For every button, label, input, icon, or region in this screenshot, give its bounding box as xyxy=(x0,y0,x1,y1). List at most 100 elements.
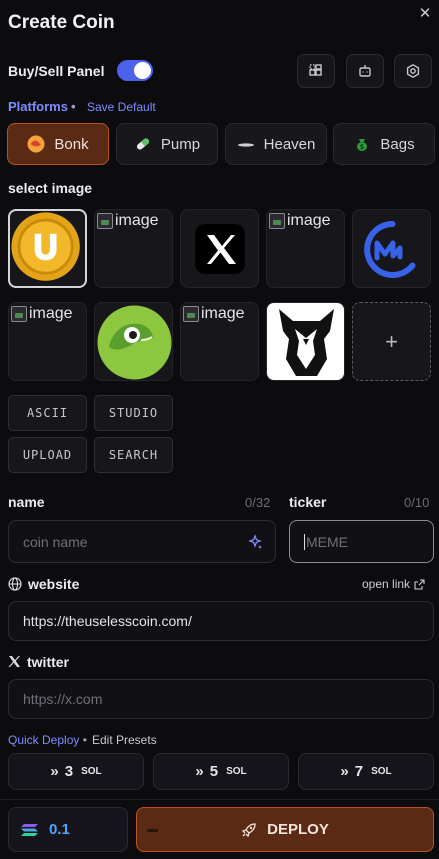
owl-logo xyxy=(267,303,344,380)
globe-icon xyxy=(8,577,22,591)
website-label: website xyxy=(28,576,80,592)
image-tile-broken[interactable]: image xyxy=(266,209,345,288)
platform-bags[interactable]: $ Bags xyxy=(333,123,435,165)
name-placeholder: coin name xyxy=(23,533,88,550)
ticker-input[interactable]: MEME xyxy=(289,520,434,563)
quick-deploy-3-sol[interactable]: » 3 SOL xyxy=(8,753,144,790)
platform-heaven-label: Heaven xyxy=(263,135,316,153)
footer-divider xyxy=(0,799,439,800)
broken-image-icon: image xyxy=(269,212,331,230)
ticker-placeholder: MEME xyxy=(306,533,348,550)
coingecko-logo xyxy=(97,305,172,380)
close-icon[interactable]: ✕ xyxy=(417,6,433,22)
preset-amount: 5 xyxy=(209,763,219,780)
broken-image-alt: image xyxy=(287,212,331,229)
studio-button[interactable]: STUDIO xyxy=(94,395,173,431)
platforms-title: Platforms xyxy=(8,99,68,114)
platforms-label: Platforms • xyxy=(8,99,79,114)
settings-icon xyxy=(406,63,420,79)
platform-bags-label: Bags xyxy=(380,135,415,153)
deploy-amount-input[interactable]: 0.1 xyxy=(8,807,128,852)
platform-bonk[interactable]: Bonk xyxy=(7,123,109,165)
external-link-icon xyxy=(414,578,425,590)
layout-grid-icon xyxy=(309,64,322,76)
deploy-button[interactable]: DEPLOY xyxy=(136,807,434,852)
double-chevron-icon: » xyxy=(50,763,59,780)
platform-bonk-label: Bonk xyxy=(54,135,89,153)
image-tile-useless-coin[interactable] xyxy=(8,209,87,288)
twitter-label: twitter xyxy=(27,654,69,670)
ascii-button[interactable]: ASCII xyxy=(8,395,87,431)
svg-text:$: $ xyxy=(360,143,364,151)
broken-image-alt: image xyxy=(115,212,159,229)
quick-deploy-5-sol[interactable]: » 5 SOL xyxy=(153,753,289,790)
add-image-button[interactable]: + xyxy=(352,302,431,381)
buy-sell-panel-toggle[interactable] xyxy=(117,60,153,81)
broken-image-alt: image xyxy=(201,305,245,322)
robot-icon xyxy=(359,65,371,77)
solana-icon xyxy=(21,823,38,836)
page-title: Create Coin xyxy=(8,12,115,33)
bag-icon: $ xyxy=(353,135,371,153)
select-image-label: select image xyxy=(8,180,93,196)
quick-deploy-7-sol[interactable]: » 7 SOL xyxy=(298,753,434,790)
save-default-link[interactable]: Save Default xyxy=(87,100,156,114)
separator: • xyxy=(70,99,76,114)
double-chevron-icon: » xyxy=(340,763,349,780)
image-tile-x[interactable] xyxy=(180,209,259,288)
bonk-icon xyxy=(27,135,45,153)
quick-deploy-title: Quick Deploy xyxy=(8,733,80,747)
coinmarketcap-logo xyxy=(364,221,416,278)
preset-amount: 7 xyxy=(354,763,364,780)
upload-button[interactable]: UPLOAD xyxy=(8,437,87,473)
name-label: name xyxy=(8,494,45,510)
edit-presets-link[interactable]: Edit Presets xyxy=(92,733,157,747)
preset-amount: 3 xyxy=(64,763,74,780)
quick-deploy-label: Quick Deploy • xyxy=(8,733,87,747)
twitter-input[interactable]: https://x.com xyxy=(8,679,434,719)
image-tile-owl[interactable] xyxy=(266,302,345,381)
twitter-placeholder: https://x.com xyxy=(23,691,103,707)
deploy-label: DEPLOY xyxy=(267,821,329,838)
broken-image-icon: image xyxy=(97,212,159,230)
toggle-knob xyxy=(134,62,151,79)
deploy-handle xyxy=(147,829,158,832)
rocket-icon xyxy=(241,822,256,837)
useless-coin-logo xyxy=(11,212,80,281)
website-value: https://theuselesscoin.com/ xyxy=(23,613,192,629)
text-cursor xyxy=(304,533,305,550)
broken-image-icon: image xyxy=(11,305,73,323)
name-input[interactable]: coin name xyxy=(8,520,276,563)
preset-unit: SOL xyxy=(226,766,247,777)
website-input[interactable]: https://theuselesscoin.com/ xyxy=(8,601,434,641)
image-tile-broken[interactable]: image xyxy=(180,302,259,381)
plus-icon: + xyxy=(385,328,398,354)
bot-button[interactable] xyxy=(346,54,384,88)
ticker-label: ticker xyxy=(289,494,327,510)
x-logo xyxy=(195,224,245,274)
sparkle-icon[interactable] xyxy=(247,534,263,550)
platform-pump[interactable]: Pump xyxy=(116,123,218,165)
image-tile-broken[interactable]: image xyxy=(94,209,173,288)
settings-button[interactable] xyxy=(394,54,432,88)
image-tile-broken[interactable]: image xyxy=(8,302,87,381)
open-link-label: open link xyxy=(362,577,411,591)
image-tile-coinmarketcap[interactable] xyxy=(352,209,431,288)
double-chevron-icon: » xyxy=(195,763,204,780)
image-tile-coingecko[interactable] xyxy=(94,302,173,381)
preset-unit: SOL xyxy=(81,766,102,777)
broken-image-icon: image xyxy=(183,305,245,323)
x-twitter-icon xyxy=(8,656,20,667)
platform-pump-label: Pump xyxy=(160,135,201,153)
search-button[interactable]: SEARCH xyxy=(94,437,173,473)
platform-heaven[interactable]: Heaven xyxy=(225,123,327,165)
preset-unit: SOL xyxy=(371,766,392,777)
separator: • xyxy=(82,733,87,747)
name-char-count: 0/32 xyxy=(245,495,271,510)
layout-grid-button[interactable] xyxy=(297,54,335,88)
broken-image-alt: image xyxy=(29,305,73,322)
buy-sell-panel-label: Buy/Sell Panel xyxy=(8,63,105,79)
heaven-icon xyxy=(237,135,255,153)
open-link[interactable]: open link xyxy=(362,577,425,591)
deploy-amount-value: 0.1 xyxy=(49,821,70,838)
